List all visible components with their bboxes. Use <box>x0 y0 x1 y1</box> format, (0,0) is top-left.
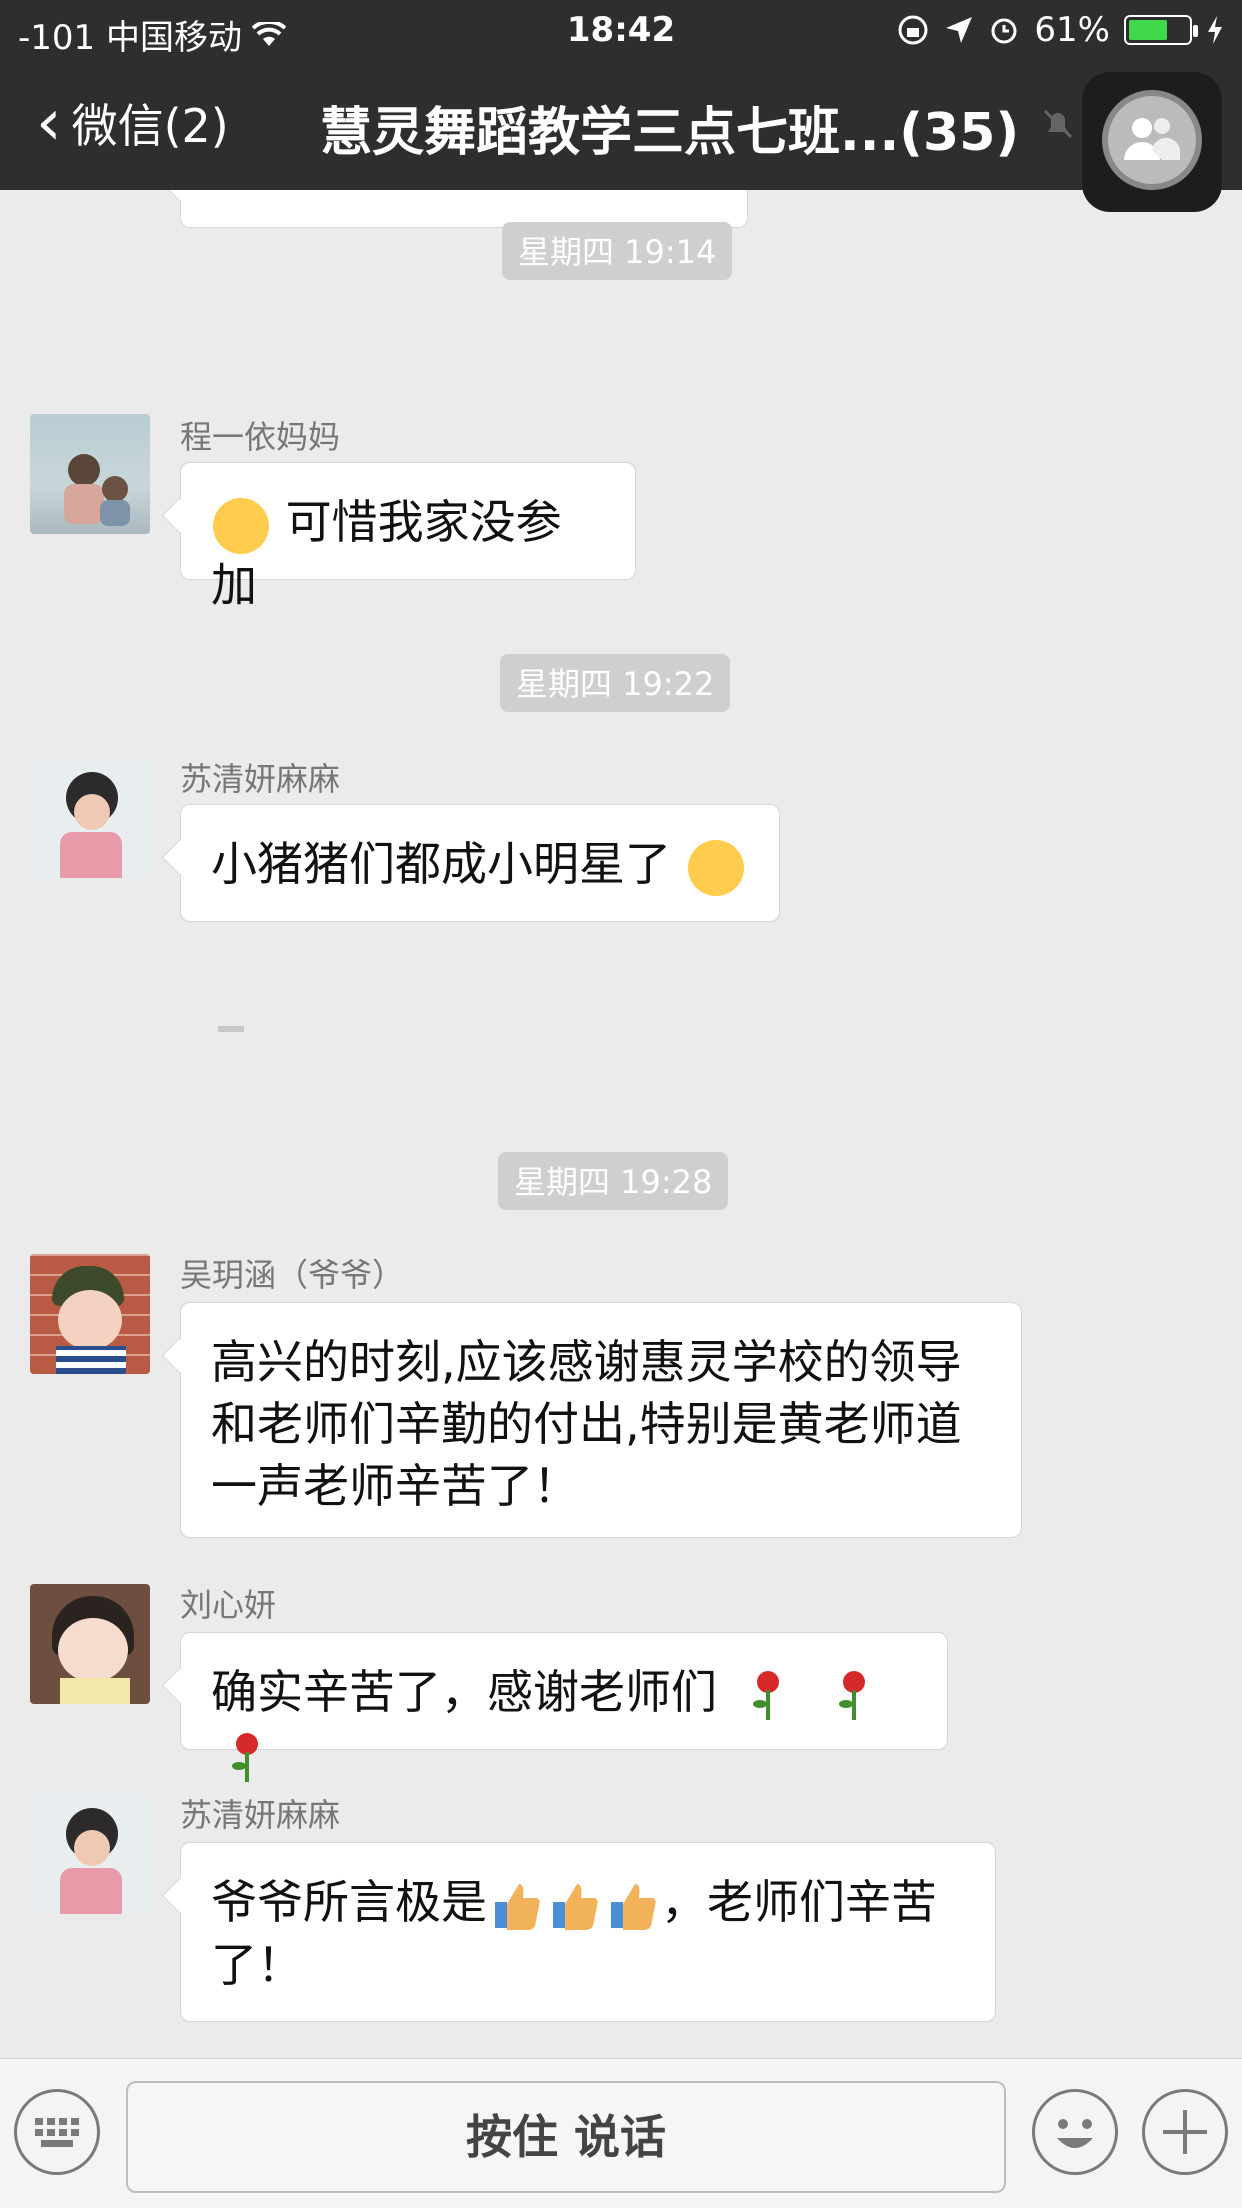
sender-name: 程一依妈妈 <box>180 418 341 456</box>
thumbs-up-emoji-icon <box>495 1883 540 1930</box>
message-text-line: 高兴的时刻,应该感谢惠灵学校的领导 <box>211 1335 962 1389</box>
avatar[interactable] <box>30 1254 150 1374</box>
battery-percent: 61% <box>1034 10 1110 50</box>
status-right: 61% <box>896 10 1224 50</box>
chat-title: 慧灵舞蹈教学三点七班...(35) <box>320 103 1020 163</box>
message-text-line: 一声老师辛苦了！ <box>211 1459 579 1513</box>
status-bar: -101 中国移动 18:42 61% <box>0 0 1242 60</box>
hold-to-talk-button[interactable]: 按住 说话 <box>126 2081 1006 2193</box>
keyboard-icon <box>35 2118 79 2147</box>
message-bubble[interactable]: 高兴的时刻,应该感谢惠灵学校的领导 和老师们辛勤的付出,特别是黄老师道 一声老师… <box>180 1302 1022 1538</box>
message-text: 小猪猪们都成小明星了 <box>211 837 671 891</box>
image-placeholder[interactable] <box>218 1026 244 1032</box>
rose-emoji-icon <box>232 1733 258 1782</box>
rotation-lock-icon <box>898 15 928 45</box>
message-bubble[interactable]: 小猪猪们都成小明星了 <box>180 804 780 922</box>
hug-emoji-icon <box>687 839 744 896</box>
timestamp-chip: 星期四 19:28 <box>498 1152 729 1210</box>
sender-name: 刘心妍 <box>180 1586 277 1624</box>
battery-icon <box>1124 15 1198 45</box>
charging-icon <box>1208 16 1222 44</box>
message-text: 确实辛苦了，感谢老师们 <box>211 1665 717 1719</box>
sender-name: 吴玥涵（爷爷） <box>180 1256 405 1294</box>
message-text: 爷爷所言极是 <box>211 1875 487 1929</box>
keyboard-toggle-button[interactable] <box>14 2089 100 2175</box>
timestamp-chip: 星期四 19:14 <box>502 222 733 280</box>
alarm-icon <box>991 18 1017 44</box>
thumbs-up-emoji-icon <box>611 1883 656 1930</box>
message-text: ，老师们辛苦 <box>661 1875 937 1929</box>
message-text-line: 了！ <box>211 1937 303 1992</box>
location-icon <box>946 17 973 43</box>
more-actions-button[interactable] <box>1142 2089 1228 2175</box>
thumbs-up-emoji-icon <box>553 1883 598 1930</box>
rose-emoji-icon <box>839 1670 866 1720</box>
group-members-icon <box>1124 118 1181 160</box>
laugh-emoji-icon <box>213 497 269 554</box>
chevron-left-icon: ‹ <box>36 86 62 160</box>
message-text-line: 和老师们辛勤的付出,特别是黄老师道 <box>211 1397 962 1451</box>
input-bar: 按住 说话 <box>0 2058 1242 2208</box>
avatar[interactable] <box>30 1794 150 1914</box>
message-bubble[interactable]: 可惜我家没参加 <box>180 462 636 612</box>
smiley-icon <box>1057 2119 1093 2148</box>
emoji-button[interactable] <box>1032 2089 1118 2175</box>
sender-name: 苏清妍麻麻 <box>180 760 341 798</box>
avatar[interactable] <box>30 758 150 878</box>
chat-area[interactable]: 星期四 19:14 程一依妈妈 可惜我家没参加 星期四 19:22 苏清妍麻麻 … <box>0 190 1242 2058</box>
message-bubble[interactable]: 确实辛苦了，感谢老师们 <box>180 1632 948 1782</box>
avatar[interactable] <box>30 1584 150 1704</box>
timestamp-chip: 星期四 19:22 <box>500 654 731 712</box>
back-label: 微信(2) <box>71 99 229 153</box>
rose-emoji-icon <box>752 1670 779 1720</box>
nav-bar: ‹ 微信(2) 慧灵舞蹈教学三点七班...(35) <box>0 60 1242 212</box>
avatar[interactable] <box>30 414 150 534</box>
mute-bell-icon <box>1043 109 1073 139</box>
back-button[interactable]: ‹ 微信(2) <box>36 90 229 156</box>
sender-name: 苏清妍麻麻 <box>180 1796 341 1834</box>
plus-icon <box>1163 2110 1207 2154</box>
message-bubble[interactable]: 爷爷所言极是 ，老师们辛苦 了！ <box>180 1842 996 2022</box>
